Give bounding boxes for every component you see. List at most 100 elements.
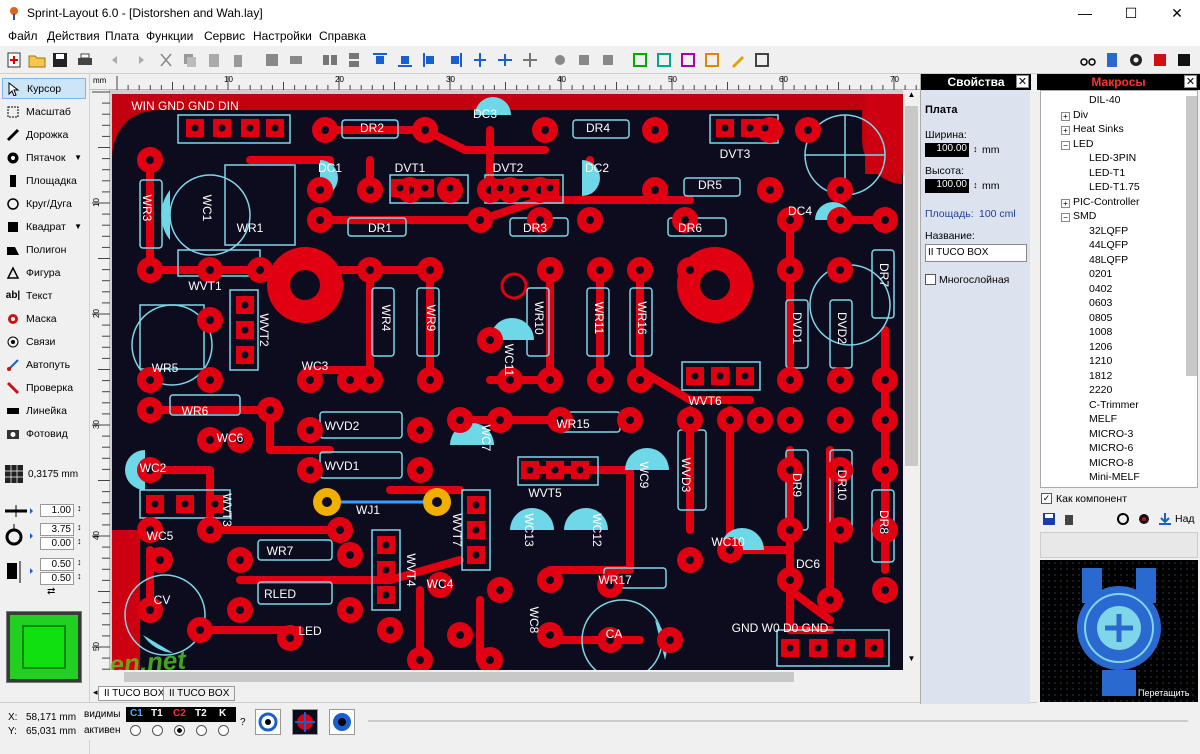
record-icon[interactable] [1137, 512, 1151, 526]
component-icon[interactable] [1150, 50, 1170, 70]
pad-dropdown-icon[interactable]: ▼ [74, 153, 82, 162]
macro-tree-item[interactable]: Mini-MELF [1089, 471, 1140, 483]
macro-tree-item[interactable]: 2220 [1089, 384, 1112, 396]
pencil-icon[interactable] [728, 50, 748, 70]
height-field[interactable]: 100.00 [925, 179, 969, 193]
height-spinner[interactable]: ↕ [973, 180, 978, 190]
smd-height-spinner[interactable]: ↕ [77, 571, 82, 581]
glasses-icon[interactable] [1078, 50, 1098, 70]
open-folder-icon[interactable] [27, 50, 47, 70]
tool-square[interactable]: Квадрат ▼ [2, 216, 86, 237]
macros-close-icon[interactable]: ✕ [1184, 75, 1197, 88]
delete-macro-icon[interactable] [1062, 512, 1076, 526]
properties-close-icon[interactable]: ✕ [1016, 75, 1029, 88]
tab-board-2[interactable]: II TUCO BOX [163, 686, 236, 701]
width-field[interactable]: 100.00 [925, 143, 969, 157]
pcb-canvas[interactable]: WIN GND GND DIN DR2 DC3 DR4 DVT3 DC1 DVT1 DVT2 D… [110, 90, 903, 670]
as-component-checkbox[interactable]: ✓ [1041, 493, 1052, 504]
zoom-objects-icon[interactable] [678, 50, 698, 70]
download-icon[interactable] [1158, 512, 1172, 526]
zoom-board-icon[interactable] [654, 50, 674, 70]
smd-height-field[interactable]: 0.50 [40, 572, 74, 585]
scroll-down-icon[interactable]: ▼ [903, 654, 920, 668]
track-width-field[interactable]: 1.00 [40, 504, 74, 517]
square-dropdown-icon[interactable]: ▼ [74, 222, 82, 231]
center-h-icon[interactable] [470, 50, 490, 70]
menu-actions[interactable]: Действия [47, 29, 100, 43]
tree-scroll-thumb[interactable] [1186, 96, 1197, 376]
macro-tree-item[interactable]: Div [1073, 109, 1088, 121]
pad-inner-field[interactable]: 0.00 [40, 537, 74, 550]
mirror-h-icon[interactable] [320, 50, 340, 70]
smd-width-spinner[interactable]: ↕ [77, 557, 82, 567]
zoom-selection-icon[interactable] [702, 50, 722, 70]
active-radio-k[interactable] [218, 725, 229, 736]
copy-icon[interactable] [180, 50, 200, 70]
chip-icon[interactable] [1174, 50, 1194, 70]
undo-icon[interactable] [108, 50, 128, 70]
tool-ruler[interactable]: Линейка [2, 400, 86, 421]
align-bottom-icon[interactable] [395, 50, 415, 70]
center-v-icon[interactable] [495, 50, 515, 70]
active-radio-c2[interactable] [174, 725, 185, 736]
menu-service[interactable]: Сервис [204, 29, 245, 43]
zoom-fit-icon[interactable] [630, 50, 650, 70]
tree-expander-icon[interactable]: + [1061, 111, 1070, 121]
minimize-button[interactable]: — [1062, 0, 1108, 26]
pad-inner-spinner[interactable]: ↕ [77, 536, 82, 546]
menu-file[interactable]: Файл [8, 29, 38, 43]
new-file-icon[interactable] [4, 50, 24, 70]
macro-tree-item[interactable]: 0805 [1089, 312, 1112, 324]
tool-text[interactable]: ab| Текст [2, 285, 86, 306]
active-radio-t1[interactable] [152, 725, 163, 736]
macro-tree-item[interactable]: SMD [1073, 210, 1096, 222]
help-icon[interactable]: ? [240, 717, 246, 728]
macro-preview[interactable]: Перетащить [1040, 560, 1198, 702]
delete-icon[interactable] [228, 50, 248, 70]
layer-t2[interactable]: T2 [195, 708, 207, 719]
tool-photoview[interactable]: Фотовид [2, 423, 86, 444]
tool-pad[interactable]: Пятачок ▼ [2, 147, 86, 168]
tool-autoroute[interactable]: Автопуть [2, 354, 86, 375]
macro-tree-item[interactable]: 48LQFP [1089, 254, 1128, 266]
macro-tree-item[interactable]: Heat Sinks [1073, 123, 1124, 135]
smd-width-field[interactable]: 0.50 [40, 558, 74, 571]
macro-tree-item[interactable]: 0201 [1089, 268, 1112, 280]
swap-icon[interactable]: ⇄ [47, 586, 55, 597]
refresh-icon[interactable] [1116, 512, 1130, 526]
layer-c2[interactable]: C2 [173, 708, 186, 719]
width-spinner[interactable]: ↕ [973, 144, 978, 154]
macro-tree-item[interactable]: LED-3PIN [1089, 152, 1136, 164]
macro-tree-item[interactable]: LED [1073, 138, 1093, 150]
scroll-up-icon[interactable]: ▲ [903, 90, 920, 104]
layer-t1[interactable]: T1 [151, 708, 163, 719]
tool-check[interactable]: Проверка [2, 377, 86, 398]
tool-c-icon[interactable] [598, 50, 618, 70]
macro-tree-item[interactable]: 1008 [1089, 326, 1112, 338]
active-radio-c1[interactable] [130, 725, 141, 736]
macro-tree-item[interactable]: 1210 [1089, 355, 1112, 367]
tree-expander-icon[interactable]: + [1061, 198, 1070, 208]
macro-tree[interactable]: DIL-40 + Div + Heat Sinks − LED LED-3PIN LED-T1 L… [1040, 90, 1198, 488]
tool-cursor[interactable]: Курсор [2, 78, 86, 99]
macro-tree-item[interactable]: 1812 [1089, 370, 1112, 382]
tree-expander-icon[interactable]: − [1061, 140, 1070, 150]
group-icon[interactable] [262, 50, 282, 70]
macro-tree-item[interactable]: PIC-Controller [1073, 196, 1140, 208]
tool-a-icon[interactable] [550, 50, 570, 70]
align-right-icon[interactable] [445, 50, 465, 70]
gear-icon[interactable] [1126, 50, 1146, 70]
scroll-thumb[interactable] [905, 106, 918, 466]
macro-tree-item[interactable]: 0603 [1089, 297, 1112, 309]
menu-settings[interactable]: Настройки [253, 29, 312, 43]
macro-tree-item[interactable]: MICRO-6 [1089, 442, 1133, 454]
macro-tree-item[interactable]: C-Trimmer [1089, 399, 1139, 411]
measure-icon[interactable] [752, 50, 772, 70]
macro-tree-item[interactable]: DIL-40 [1089, 94, 1121, 106]
menu-help[interactable]: Справка [319, 29, 366, 43]
tool-mask[interactable]: Маска [2, 308, 86, 329]
snap-icon[interactable] [520, 50, 540, 70]
tool-circle-arc[interactable]: Круг/Дуга [2, 193, 86, 214]
save-icon[interactable] [50, 50, 70, 70]
macro-tree-item[interactable]: 1206 [1089, 341, 1112, 353]
